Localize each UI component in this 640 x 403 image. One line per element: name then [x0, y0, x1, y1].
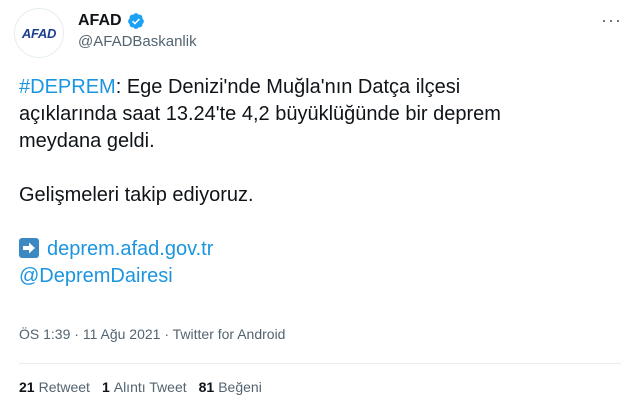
- retweet-label: Retweet: [38, 379, 90, 395]
- quote-count: 1: [101, 379, 110, 395]
- author-name-row[interactable]: AFAD: [78, 12, 145, 30]
- more-options-icon[interactable]: ···: [601, 10, 622, 31]
- tweet-line: deprem.afad.gov.tr: [19, 236, 619, 263]
- tweet-text: #DEPREM: Ege Denizi'nde Muğla'nın Datça …: [19, 74, 619, 290]
- like-count: 81: [198, 379, 215, 395]
- quote-label: Alıntı Tweet: [113, 379, 187, 395]
- separator: ·: [160, 326, 173, 342]
- tweet-line: #DEPREM: Ege Denizi'nde Muğla'nın Datça …: [19, 74, 619, 101]
- tweet-text-segment: : Ege Denizi'nde Muğla'nın Datça ilçesi: [115, 76, 461, 98]
- tweet-line: Gelişmeleri takip ediyoruz.: [19, 184, 254, 206]
- tweet-metadata: ÖS 1:39 · 11 Ağu 2021 · Twitter for Andr…: [19, 326, 285, 342]
- avatar[interactable]: AFAD: [14, 8, 64, 58]
- author-handle[interactable]: @AFADBaskanlik: [78, 33, 197, 50]
- divider: [19, 363, 621, 364]
- hashtag-link[interactable]: #DEPREM: [19, 76, 116, 98]
- avatar-logo-text: AFAD: [21, 25, 57, 41]
- tweet-line: meydana geldi.: [19, 130, 155, 152]
- retweet-stat[interactable]: 21 Retweet: [19, 379, 90, 395]
- like-label: Beğeni: [218, 379, 262, 395]
- verified-badge-icon: [127, 12, 145, 30]
- quote-tweet-stat[interactable]: 1 Alıntı Tweet: [102, 379, 187, 395]
- tweet-line: açıklarında saat 13.24'te 4,2 büyüklüğün…: [19, 103, 501, 125]
- tweet-line: @DepremDairesi: [19, 263, 619, 290]
- like-stat[interactable]: 81 Beğeni: [199, 379, 262, 395]
- separator: ·: [70, 326, 83, 342]
- retweet-count: 21: [19, 379, 35, 395]
- website-link[interactable]: deprem.afad.gov.tr: [47, 238, 213, 260]
- tweet-time[interactable]: ÖS 1:39: [19, 326, 70, 342]
- tweet-source[interactable]: Twitter for Android: [173, 326, 286, 342]
- tweet-date[interactable]: 11 Ağu 2021: [83, 326, 161, 342]
- right-arrow-icon: [19, 238, 39, 258]
- author-display-name[interactable]: AFAD: [78, 12, 122, 30]
- mention-link[interactable]: @DepremDairesi: [19, 265, 173, 287]
- engagement-stats: 21 Retweet 1 Alıntı Tweet 81 Beğeni: [19, 379, 262, 395]
